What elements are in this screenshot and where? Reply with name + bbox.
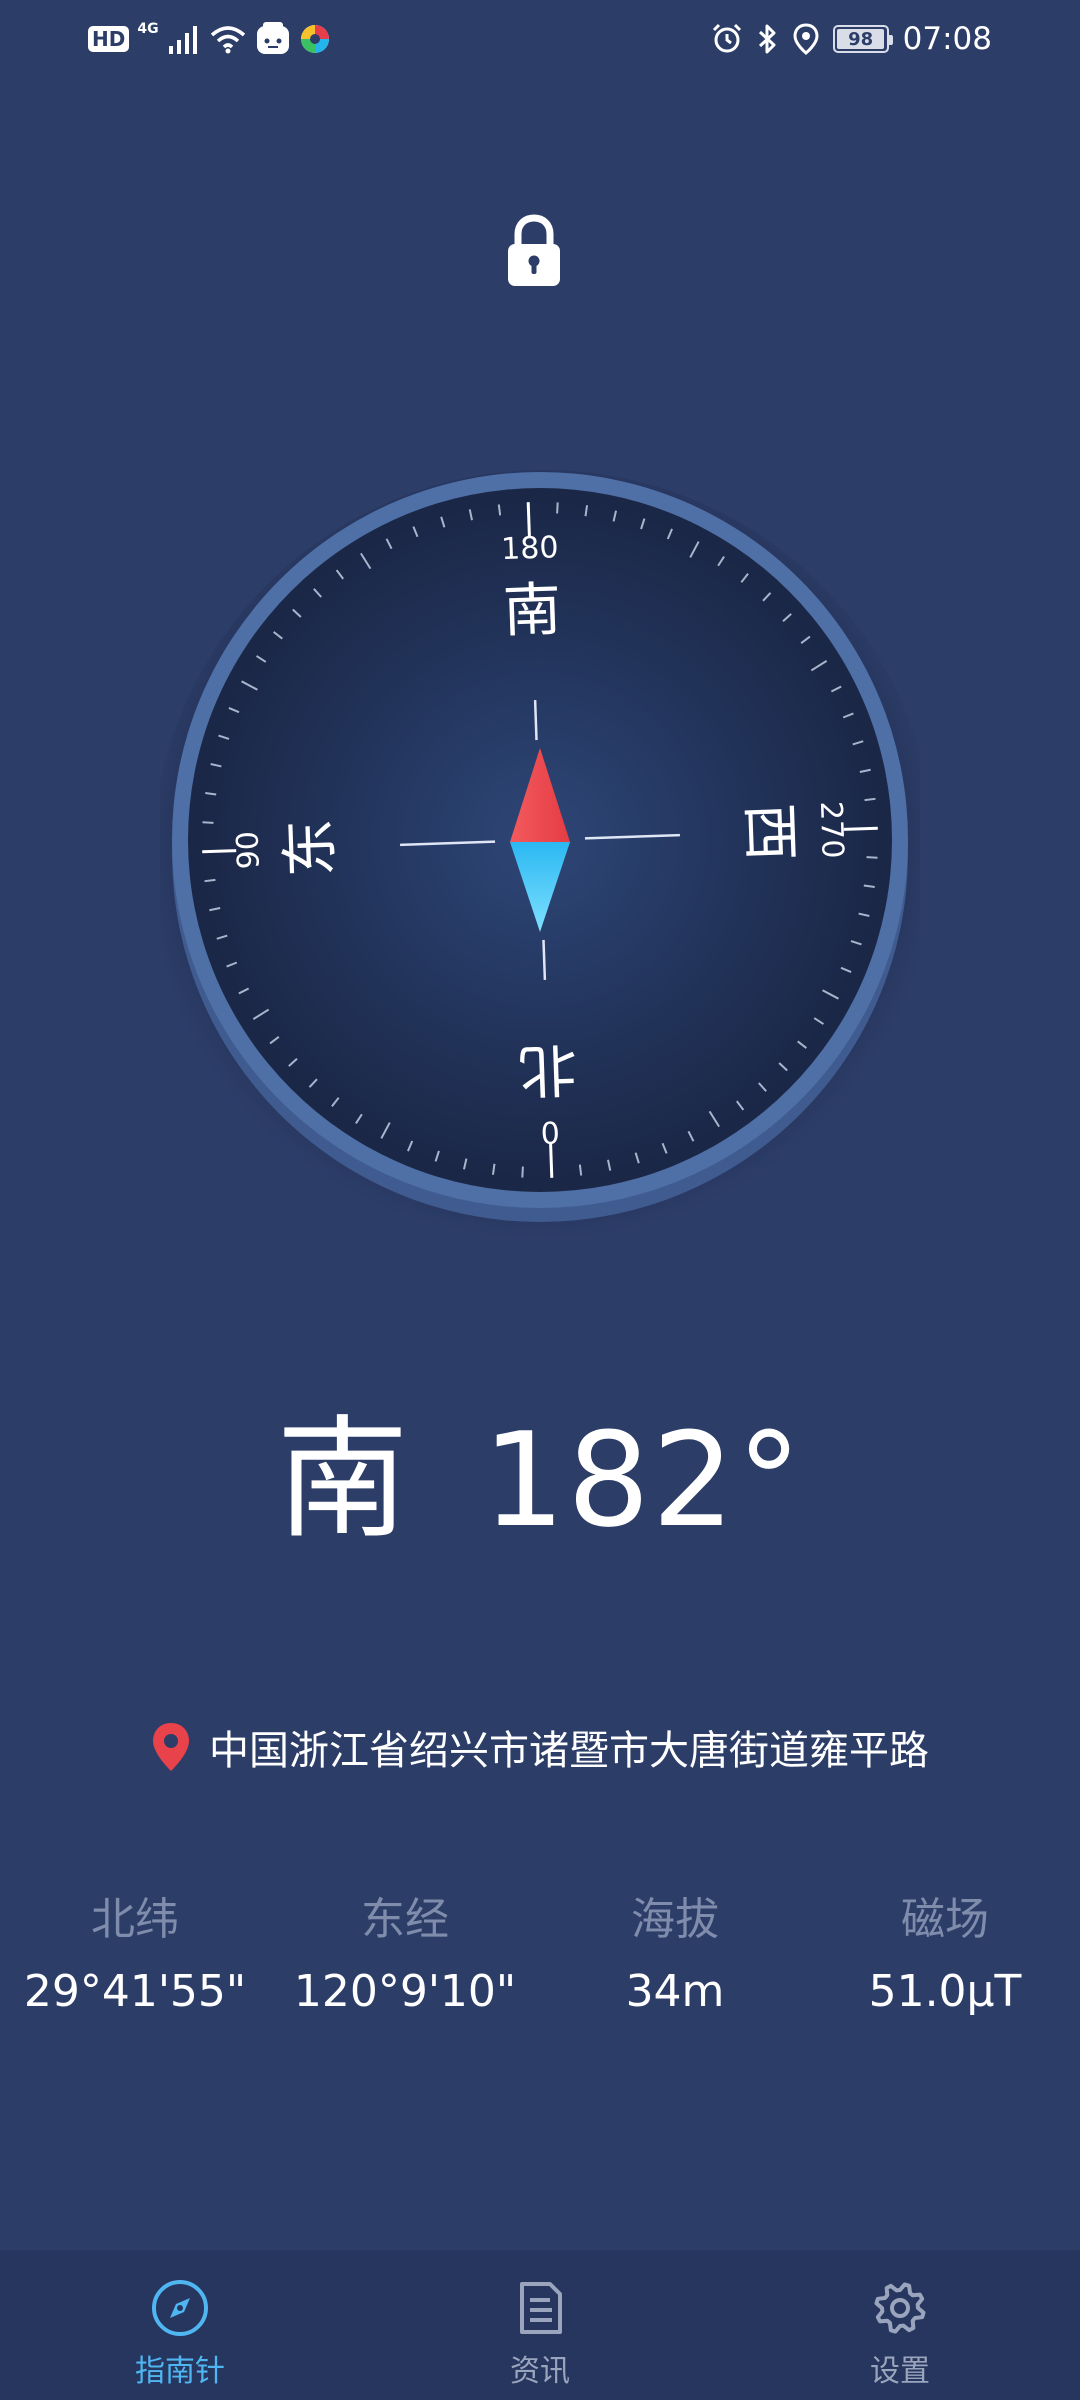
nav-label: 指南针 bbox=[135, 2354, 225, 2389]
nav-tab-settings[interactable]: 设置 bbox=[720, 2250, 1080, 2400]
stat-label: 海拔 bbox=[631, 1894, 719, 1945]
location-address: 中国浙江省绍兴市诸暨市大唐街道雍平路 bbox=[209, 1728, 929, 1774]
crosshair-line bbox=[542, 939, 547, 980]
gear-icon bbox=[874, 2282, 926, 2334]
network-type-label: 4G bbox=[137, 21, 159, 37]
heading-degrees: 182° bbox=[482, 1404, 804, 1556]
colorful-app-icon bbox=[300, 25, 329, 53]
dial-cardinal-label: 北 bbox=[518, 1035, 578, 1105]
dial-degree-label: 180 bbox=[501, 530, 559, 567]
wifi-icon bbox=[210, 26, 245, 54]
stat-label: 东经 bbox=[361, 1894, 449, 1945]
nav-label: 设置 bbox=[870, 2354, 930, 2389]
stat-altitude: 海拔 34m bbox=[540, 1888, 810, 2032]
location-row: 中国浙江省绍兴市诸暨市大唐街道雍平路 bbox=[0, 1718, 1080, 1776]
dial-degree-label: 270 bbox=[813, 801, 850, 859]
location-icon bbox=[793, 23, 819, 55]
battery-indicator: 98 bbox=[832, 25, 893, 53]
dial-tick bbox=[578, 1164, 583, 1176]
stat-magnetic-field: 磁场 51.0μT bbox=[810, 1888, 1080, 2032]
crosshair-line bbox=[533, 700, 538, 741]
stat-value: 29°41'55" bbox=[23, 1966, 247, 2017]
lock-button[interactable] bbox=[500, 212, 568, 292]
dial-degree-label: 0 bbox=[540, 1113, 560, 1149]
signal-icon bbox=[168, 26, 197, 54]
hd-badge: HD bbox=[88, 26, 130, 52]
document-icon bbox=[520, 2282, 562, 2334]
compass-dial[interactable]: 180 南 270 西 0 北 90 东 bbox=[160, 460, 920, 1260]
dial-tick bbox=[204, 878, 216, 883]
dial-degree-label: 90 bbox=[231, 830, 267, 869]
compass-icon bbox=[152, 2280, 208, 2336]
map-pin-icon bbox=[153, 1723, 189, 1771]
dial-cardinal-label: 西 bbox=[735, 802, 805, 862]
status-time: 07:08 bbox=[902, 21, 992, 57]
dial-tick bbox=[521, 1166, 524, 1178]
nav-label: 资讯 bbox=[510, 2354, 570, 2389]
dial-cardinal-label: 东 bbox=[275, 818, 345, 878]
dial-tick bbox=[864, 797, 876, 802]
lock-icon bbox=[508, 214, 560, 286]
dial-tick bbox=[202, 821, 214, 824]
heading-direction: 南 bbox=[276, 1403, 411, 1557]
status-right-group: 98 07:08 bbox=[711, 18, 992, 60]
dial-tick bbox=[866, 856, 878, 859]
heading-readout: 南 182° bbox=[0, 1400, 1080, 1560]
dial-cardinal-label: 南 bbox=[502, 575, 562, 645]
stat-latitude: 北纬 29°41'55" bbox=[0, 1888, 270, 2032]
dial-tick bbox=[497, 504, 502, 516]
stat-longitude: 东经 120°9'10" bbox=[270, 1888, 540, 2032]
android-app-icon bbox=[256, 22, 289, 54]
alarm-icon bbox=[712, 23, 741, 53]
bottom-nav: 指南针 资讯 设置 bbox=[0, 2250, 1080, 2400]
compass-app-screen: HD 4G 98 07:08 180 南 270 西 0 北 90 东 南 18… bbox=[0, 0, 1080, 2400]
stat-value: 34m bbox=[625, 1966, 725, 2017]
dial-tick bbox=[556, 502, 559, 514]
dial-cardinal-group: 270西 bbox=[735, 801, 850, 863]
dial-cardinal-group: 180 南 bbox=[501, 530, 563, 645]
battery-level: 98 bbox=[848, 28, 874, 50]
status-left-group: HD 4G bbox=[88, 18, 331, 60]
bluetooth-icon bbox=[758, 24, 776, 54]
nav-tab-compass[interactable]: 指南针 bbox=[0, 2250, 360, 2400]
stat-value: 120°9'10" bbox=[293, 1966, 517, 2017]
status-bar: HD 4G 98 07:08 bbox=[0, 0, 1080, 80]
compass-graphic: 180 南 270西 0 北 90 东 bbox=[160, 470, 920, 1254]
sensor-stats: 北纬 29°41'55" 东经 120°9'10" 海拔 34m 磁场 51.0… bbox=[0, 1888, 1080, 2032]
stat-label: 北纬 bbox=[91, 1894, 179, 1945]
stat-value: 51.0μT bbox=[868, 1966, 1022, 2017]
stat-label: 磁场 bbox=[901, 1894, 989, 1945]
nav-tab-news[interactable]: 资讯 bbox=[360, 2250, 720, 2400]
battery-tip bbox=[888, 35, 893, 45]
